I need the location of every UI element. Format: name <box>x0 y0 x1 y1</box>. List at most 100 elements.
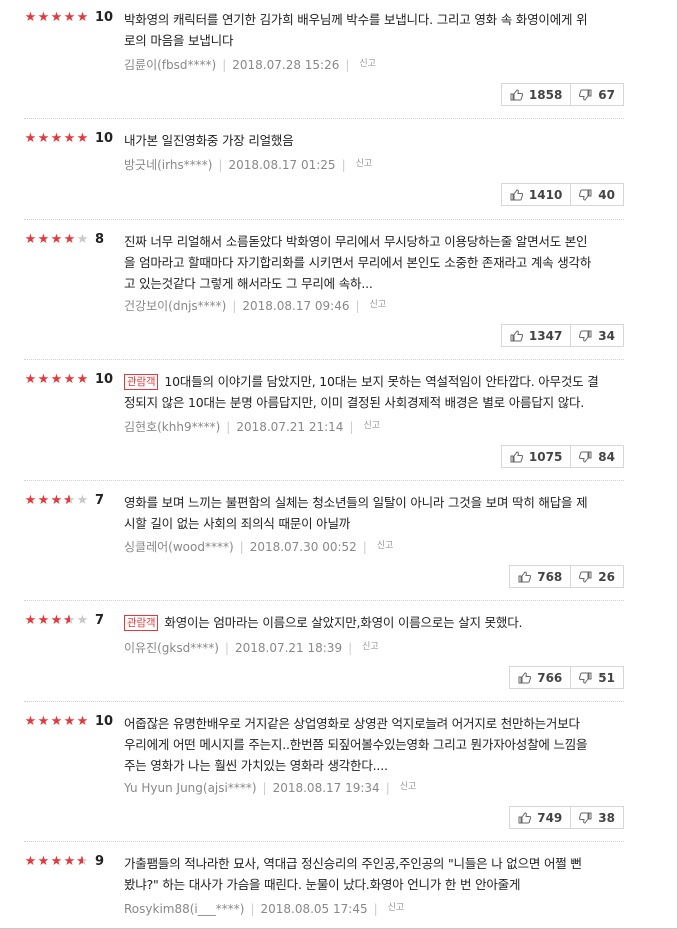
dislike-button[interactable]: 51 <box>570 667 623 688</box>
review-text-line: 고 있는것같다 그렇게 해서라도 그 무리에 속하... <box>124 276 373 291</box>
dislike-button[interactable]: 34 <box>570 325 623 346</box>
meta-separator: | <box>250 902 255 916</box>
like-button[interactable]: 1858 <box>502 84 570 105</box>
meta-separator: | <box>239 540 244 554</box>
thumbs-down-icon <box>579 812 592 824</box>
review-text-line: 을 엄마라고 할때마다 자기합리화를 시키면서 무리에서 본인도 소중한 존재라… <box>124 255 592 270</box>
review-author[interactable]: 김륜이(fbsd****) <box>124 58 216 72</box>
review-item: ★★★★★ 7 관람객화영이는 엄마라는 이름으로 살았지만,화영이 이름으로는… <box>24 612 624 692</box>
report-link[interactable]: 신고 <box>362 642 379 652</box>
dislike-count: 40 <box>598 187 615 202</box>
review-author[interactable]: 싱클레어(wood****) <box>124 540 234 554</box>
thumbs-down-icon <box>579 451 592 463</box>
dislike-button[interactable]: 40 <box>570 184 623 205</box>
divider <box>24 118 624 119</box>
like-button[interactable]: 749 <box>510 807 570 828</box>
star-icon: ★ <box>50 131 63 146</box>
star-rating: ★ ★ ★ ★ ★ <box>24 132 89 146</box>
like-button[interactable]: 1347 <box>502 325 570 346</box>
dislike-button[interactable]: 67 <box>570 84 623 105</box>
like-button[interactable]: 1075 <box>502 446 570 467</box>
review-text-line: 로의 마음을 보냅니다 <box>124 33 234 48</box>
review-text-line: 정되지 않은 10대는 분명 아름답지만, 이미 결정된 사회경제적 배경은 별… <box>124 395 585 410</box>
star-icon: ★ <box>50 232 63 247</box>
thumbs-up-icon <box>518 671 532 683</box>
like-count: 766 <box>537 670 563 685</box>
meta-separator: | <box>345 58 350 72</box>
thumbs-down-icon <box>579 89 592 101</box>
star-rating: ★ ★ ★ ★ ★ <box>24 11 89 25</box>
vote-buttons: 1075 84 <box>500 445 624 468</box>
vote-buttons: 1347 34 <box>500 324 624 347</box>
like-button[interactable]: 766 <box>510 667 570 688</box>
dislike-button[interactable]: 26 <box>570 566 623 587</box>
star-icon: ★ <box>63 854 76 869</box>
review-author[interactable]: 김현호(khh9****) <box>124 420 220 434</box>
report-link[interactable]: 신고 <box>363 421 380 431</box>
like-count: 1410 <box>528 187 563 202</box>
review-meta: Rosykim88(i___****) | 2018.08.05 17:45 | 신고 <box>124 900 404 917</box>
vote-buttons: 749 38 <box>509 806 624 829</box>
review-item: ★ ★ ★ ★ ★ 10 내가본 일진영화중 가장 리얼했음 방긋네(irhs****)… <box>24 130 624 210</box>
review-item: ★ ★ ★ ★ ★ 8 진짜 너무 리얼해서 소름돋았다 박화영이 무리에서 무시당하고… <box>24 231 624 351</box>
star-icon: ★ <box>24 854 37 869</box>
thumbs-up-icon <box>510 88 523 100</box>
star-icon: ★ <box>50 10 63 25</box>
review-text: 가출팸들의 적나라한 묘사, 역대급 정신승리의 주인공,주인공의 "니들은 나… <box>124 853 614 895</box>
meta-separator: | <box>355 299 360 313</box>
review-meta: 김현호(khh9****) | 2018.07.21 21:14 | 신고 <box>124 418 380 435</box>
report-link[interactable]: 신고 <box>377 541 394 551</box>
meta-separator: | <box>341 158 346 172</box>
report-link[interactable]: 신고 <box>359 59 376 69</box>
review-author[interactable]: 방긋네(irhs****) <box>124 158 212 172</box>
like-count: 749 <box>537 810 563 825</box>
review-author[interactable]: Yu Hyun Jung(ajsi****) <box>124 781 257 795</box>
dislike-button[interactable]: 84 <box>570 446 623 467</box>
review-author[interactable]: 이유진(gksd****) <box>124 641 219 655</box>
like-button[interactable]: 1410 <box>502 184 570 205</box>
meta-separator: | <box>224 641 229 655</box>
report-link[interactable]: 신고 <box>370 300 387 310</box>
star-icon: ★ <box>76 714 89 729</box>
review-item: ★ ★ ★ ★ ★ 10 관람객 10대들의 이야기를 담았지만, 10대는 보지 못하는… <box>24 371 624 471</box>
review-text-line: 우리에게 어떤 메시지를 주는지..한번쯤 되짚어볼수있는영화 그리고 뭔가자아… <box>124 737 588 752</box>
star-icon: ★ <box>63 10 76 25</box>
star-rating: ★ ★ ★ ★ ★ <box>24 854 89 870</box>
star-icon: ★ <box>50 372 63 387</box>
review-text: 영화를 보며 느끼는 불편함의 실체는 청소년들의 일탈이 아니라 그것을 보며… <box>124 492 614 534</box>
star-icon: ★ <box>37 372 50 387</box>
review-text-line: 관람객 10대들의 이야기를 담았지만, 10대는 보지 못하는 역설적임이 안타… <box>124 371 614 392</box>
report-link[interactable]: 신고 <box>400 782 417 792</box>
review-author[interactable]: 건강보이(dnjs****) <box>124 299 226 313</box>
star-half-icon: ★ <box>63 494 76 509</box>
star-icon: ★ <box>50 493 63 508</box>
review-score: 7 <box>95 493 105 508</box>
divider <box>24 480 624 481</box>
dislike-button[interactable]: 38 <box>570 807 623 828</box>
dislike-count: 34 <box>598 328 615 343</box>
review-date: 2018.08.17 09:46 <box>242 299 350 313</box>
dislike-count: 84 <box>598 449 615 464</box>
star-icon: ★ <box>24 613 37 628</box>
review-score: 10 <box>95 131 114 146</box>
vote-buttons: 766 51 <box>509 666 624 689</box>
divider <box>24 359 624 360</box>
thumbs-up-icon <box>518 811 532 823</box>
review-author[interactable]: Rosykim88(i___****) <box>124 902 244 916</box>
report-link[interactable]: 신고 <box>388 903 405 913</box>
like-count: 1347 <box>528 328 563 343</box>
review-date: 2018.07.30 00:52 <box>249 540 357 554</box>
star-icon: ★ <box>37 613 50 628</box>
star-icon: ★ <box>24 372 37 387</box>
review-meta: Yu Hyun Jung(ajsi****) | 2018.08.17 19:34 |… <box>124 779 416 796</box>
star-icon: ★ <box>37 10 50 25</box>
review-date: 2018.08.17 19:34 <box>272 781 380 795</box>
like-button[interactable]: 768 <box>510 566 570 587</box>
star-icon: ★ <box>76 10 89 25</box>
like-count: 1858 <box>528 87 563 102</box>
star-icon: ★ <box>37 131 50 146</box>
report-link[interactable]: 신고 <box>356 159 373 169</box>
review-score: 10 <box>95 10 114 25</box>
review-text-line: 박화영의 캐릭터를 연기한 김가희 배우님께 박수를 보냅니다. 그리고 영화 … <box>124 12 588 27</box>
vote-buttons: 1858 67 <box>500 83 624 106</box>
